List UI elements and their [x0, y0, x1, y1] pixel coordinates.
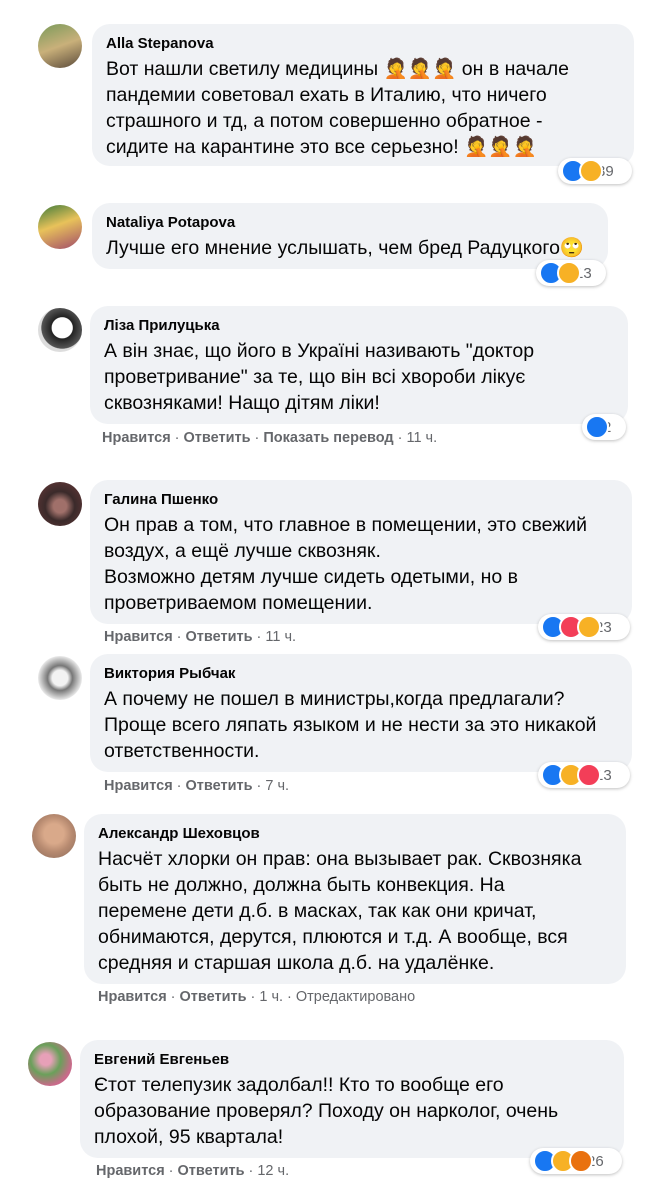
comment-author[interactable]: Ліза Прилуцька [104, 316, 614, 336]
reply-link[interactable]: Ответить [180, 989, 247, 1005]
translate-link[interactable]: Показать перевод [263, 430, 393, 446]
avatar[interactable] [38, 482, 82, 526]
comment-author[interactable]: Nataliya Potapova [106, 213, 594, 233]
avatar[interactable] [38, 24, 82, 68]
haha-icon [557, 261, 581, 285]
like-link[interactable]: Нравится [98, 989, 167, 1005]
reply-link[interactable]: Ответить [186, 629, 253, 645]
comment-bubble: Виктория Рыбчак А почему не пошел в мини… [90, 654, 632, 772]
reactions-summary[interactable]: 26 [530, 1148, 622, 1174]
reactions-summary[interactable]: 13 [536, 260, 606, 286]
haha-icon [577, 615, 601, 639]
comment-actions: Нравится · Ответить · 1 ч. · Отредактировано [98, 989, 416, 1005]
comment-text: А він знає, що його в Україні називають … [104, 340, 535, 414]
angry-icon [569, 1149, 593, 1173]
comment-text: Насчёт хлорки он прав: она вызывает рак.… [98, 848, 582, 974]
comment-actions: Нравится · Ответить · 11 ч. [104, 629, 297, 645]
reactions-summary[interactable]: 23 [538, 614, 630, 640]
comment-bubble: Галина Пшенко Он прав а том, что главное… [90, 480, 632, 624]
timestamp[interactable]: 1 ч. [259, 989, 283, 1005]
edited-label: Отредактировано [295, 989, 416, 1005]
comment-author[interactable]: Александр Шеховцов [98, 824, 612, 844]
comment-actions: Нравится · Ответить · Показать перевод · 11 ч. [102, 430, 438, 446]
comment-text: Єтот телепузик задолбал!! Кто то вообще … [94, 1074, 559, 1148]
reply-link[interactable]: Ответить [184, 430, 251, 446]
reactions-summary[interactable]: 13 [538, 762, 630, 788]
comment-text: Вот нашли светилу медицины 🤦🤦🤦 он в нача… [106, 58, 570, 158]
haha-icon [579, 159, 603, 183]
avatar[interactable] [38, 656, 82, 700]
comment-bubble: Александр Шеховцов Насчёт хлорки он прав… [84, 814, 626, 984]
timestamp[interactable]: 11 ч. [406, 430, 437, 446]
comment-author[interactable]: Галина Пшенко [104, 490, 618, 510]
like-link[interactable]: Нравится [104, 629, 173, 645]
love-icon [577, 763, 601, 787]
comment-author[interactable]: Alla Stepanova [106, 34, 620, 54]
reply-link[interactable]: Ответить [178, 1163, 245, 1179]
comment-bubble: Ліза Прилуцька А він знає, що його в Укр… [90, 306, 628, 424]
comment-author[interactable]: Евгений Евгеньев [94, 1050, 610, 1070]
timestamp[interactable]: 7 ч. [265, 778, 289, 794]
like-icon [585, 415, 609, 439]
reactions-summary[interactable]: 2 [582, 414, 626, 440]
avatar[interactable] [38, 205, 82, 249]
comment-text: Он прав а том, что главное в помещении, … [104, 514, 588, 614]
avatar[interactable] [28, 1042, 72, 1086]
like-link[interactable]: Нравится [96, 1163, 165, 1179]
like-link[interactable]: Нравится [102, 430, 171, 446]
avatar[interactable] [38, 308, 82, 352]
comment-bubble: Nataliya Potapova Лучше его мнение услыш… [92, 203, 608, 269]
comment-author[interactable]: Виктория Рыбчак [104, 664, 618, 684]
reply-link[interactable]: Ответить [186, 778, 253, 794]
reactions-summary[interactable]: 39 [558, 158, 632, 184]
timestamp[interactable]: 12 ч. [257, 1163, 289, 1179]
comment-actions: Нравится · Ответить · 12 ч. [96, 1163, 290, 1179]
avatar[interactable] [32, 814, 76, 858]
comment-text: Лучше его мнение услышать, чем бред Раду… [106, 237, 585, 259]
like-link[interactable]: Нравится [104, 778, 173, 794]
comment-actions: Нравится · Ответить · 7 ч. [104, 778, 290, 794]
comment-text: А почему не пошел в министры,когда предл… [104, 688, 597, 762]
timestamp[interactable]: 11 ч. [265, 629, 296, 645]
comment-bubble: Alla Stepanova Вот нашли светилу медицин… [92, 24, 634, 166]
comment-bubble: Евгений Евгеньев Єтот телепузик задолбал… [80, 1040, 624, 1158]
